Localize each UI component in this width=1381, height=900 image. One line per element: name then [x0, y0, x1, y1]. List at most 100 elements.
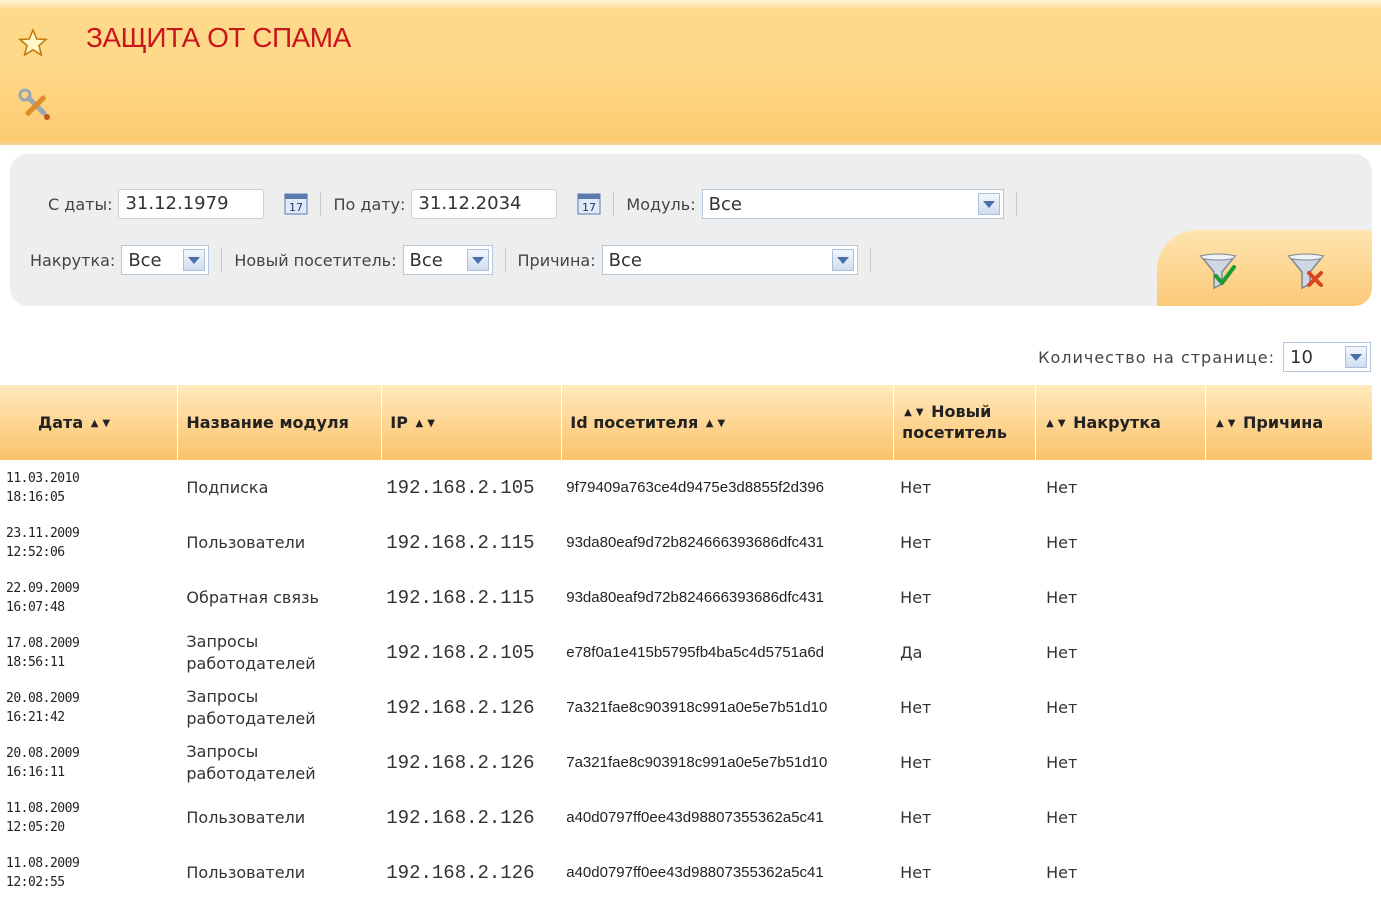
new-visitor-label: Новый посетитель:	[234, 250, 397, 270]
sort-asc-icon[interactable]: ▲	[904, 403, 912, 423]
cell-date-day: 17.08.2009	[6, 635, 80, 651]
reason-select-value: Все	[608, 249, 642, 271]
cell-module: Пользователи	[177, 845, 383, 900]
cell-date: 20.08.2009 16:16:11	[0, 735, 179, 790]
per-page-select[interactable]: 10	[1283, 342, 1371, 372]
cell-date-time: 12:02:55	[6, 874, 65, 890]
tools-icon[interactable]	[18, 88, 54, 124]
cell-ip: 192.168.2.115	[381, 515, 563, 570]
cell-reason	[1205, 790, 1372, 845]
results-table: Дата ▲ ▼ Название модуля IP ▲ ▼ Id посетит…	[0, 385, 1372, 900]
table-row[interactable]: 11.08.2009 12:05:20 Пользователи 192.168.2.…	[0, 790, 1372, 845]
sort-asc-icon[interactable]: ▲	[1046, 418, 1054, 429]
chevron-down-icon[interactable]	[183, 249, 206, 271]
chevron-down-icon[interactable]	[977, 193, 1000, 215]
cell-ip: 192.168.2.126	[381, 845, 563, 900]
cell-date-day: 20.08.2009	[6, 745, 80, 761]
sort-desc-icon[interactable]: ▼	[916, 403, 924, 423]
cell-ip: 192.168.2.126	[381, 790, 563, 845]
cheat-label: Накрутка:	[30, 250, 116, 270]
cell-new-visitor: Да	[893, 625, 1037, 680]
cell-reason	[1205, 515, 1372, 570]
col-new-visitor[interactable]: ▲ ▼ Новый посетитель	[893, 385, 1037, 460]
sort-desc-icon[interactable]: ▼	[1228, 418, 1236, 429]
table-row[interactable]: 23.11.2009 12:52:06 Пользователи 192.168.2.…	[0, 515, 1372, 570]
cell-reason	[1205, 735, 1372, 790]
cell-visitor-id: a40d0797ff0ee43d98807355362a5c41	[561, 790, 895, 845]
col-label: IP	[390, 413, 408, 432]
table-row[interactable]: 17.08.2009 18:56:11 Запросы работодателей 1…	[0, 625, 1372, 680]
filter-row-2: Накрутка: Все Новый посетитель: Все Прич…	[30, 243, 883, 277]
cell-module: Пользователи	[177, 515, 383, 570]
cell-cheat: Нет	[1035, 845, 1207, 900]
cell-visitor-id: 7a321fae8c903918c991a0e5e7b51d10	[561, 680, 895, 735]
cell-new-visitor: Нет	[893, 570, 1037, 625]
cell-date: 11.08.2009 12:05:20	[0, 790, 179, 845]
table-row[interactable]: 20.08.2009 16:16:11 Запросы работодателей 1…	[0, 735, 1372, 790]
col-ip[interactable]: IP ▲ ▼	[381, 385, 563, 460]
sort-desc-icon[interactable]: ▼	[1058, 418, 1066, 429]
chevron-down-icon[interactable]	[831, 249, 854, 271]
col-module[interactable]: Название модуля	[177, 385, 383, 460]
star-icon[interactable]	[18, 28, 48, 58]
cell-visitor-id: 93da80eaf9d72b824666393686dfc431	[561, 515, 895, 570]
col-date[interactable]: Дата ▲ ▼	[0, 385, 179, 460]
separator	[221, 248, 223, 272]
col-cheat[interactable]: ▲ ▼ Накрутка	[1035, 385, 1207, 460]
cell-date-day: 23.11.2009	[6, 525, 80, 541]
separator	[320, 192, 322, 216]
sort-asc-icon[interactable]: ▲	[91, 418, 99, 429]
sort-desc-icon[interactable]: ▼	[102, 418, 110, 429]
cell-date-day: 20.08.2009	[6, 690, 80, 706]
cell-cheat: Нет	[1035, 515, 1207, 570]
chevron-down-icon[interactable]	[466, 249, 489, 271]
table-row[interactable]: 22.09.2009 16:07:48 Обратная связь 192.168.…	[0, 570, 1372, 625]
svg-text:17: 17	[289, 201, 303, 214]
cell-ip: 192.168.2.115	[381, 570, 563, 625]
cell-date: 17.08.2009 18:56:11	[0, 625, 179, 680]
cell-module: Обратная связь	[177, 570, 383, 625]
reason-label: Причина:	[517, 250, 596, 270]
table-row[interactable]: 11.08.2009 12:02:55 Пользователи 192.168.2.…	[0, 845, 1372, 900]
col-label: Дата	[38, 413, 84, 432]
cell-date: 23.11.2009 12:52:06	[0, 515, 179, 570]
new-visitor-select[interactable]: Все	[402, 245, 493, 275]
chevron-down-icon[interactable]	[1345, 346, 1367, 368]
sort-asc-icon[interactable]: ▲	[1216, 418, 1224, 429]
sort-asc-icon[interactable]: ▲	[416, 418, 424, 429]
cell-ip: 192.168.2.105	[381, 460, 563, 515]
reset-filter-icon[interactable]	[1286, 250, 1326, 290]
apply-filter-icon[interactable]	[1198, 250, 1238, 290]
cell-visitor-id: e78f0a1e415b5795fb4ba5c4d5751a6d	[561, 625, 895, 680]
cell-new-visitor: Нет	[893, 845, 1037, 900]
cell-new-visitor: Нет	[893, 735, 1037, 790]
table-row[interactable]: 20.08.2009 16:21:42 Запросы работодателей 1…	[0, 680, 1372, 735]
sort-asc-icon[interactable]: ▲	[706, 418, 714, 429]
table-row[interactable]: 11.03.2010 18:16:05 Подписка 192.168.2.105 9…	[0, 460, 1372, 515]
cell-date: 20.08.2009 16:21:42	[0, 680, 179, 735]
calendar-icon[interactable]: 17	[577, 192, 601, 216]
sort-desc-icon[interactable]: ▼	[718, 418, 726, 429]
page-title: ЗАЩИТА ОТ СПАМА	[86, 22, 351, 53]
cell-date-time: 18:16:05	[6, 489, 65, 505]
reason-select[interactable]: Все	[601, 245, 858, 275]
sort-desc-icon[interactable]: ▼	[427, 418, 435, 429]
calendar-icon[interactable]: 17	[284, 192, 308, 216]
date-from-input[interactable]: 31.12.1979	[118, 189, 265, 219]
module-select[interactable]: Все	[701, 189, 1004, 219]
cell-ip: 192.168.2.105	[381, 625, 563, 680]
cheat-select[interactable]: Все	[121, 245, 210, 275]
cell-visitor-id: 9f79409a763ce4d9475e3d8855f2d396	[561, 460, 895, 515]
cell-date-time: 16:07:48	[6, 599, 65, 615]
new-visitor-select-value: Все	[409, 249, 443, 271]
cell-date-day: 11.03.2010	[6, 470, 80, 486]
cell-date-day: 22.09.2009	[6, 580, 80, 596]
col-label: Накрутка	[1073, 413, 1161, 432]
separator	[613, 192, 615, 216]
col-reason[interactable]: ▲ ▼ Причина	[1205, 385, 1372, 460]
date-to-input[interactable]: 31.12.2034	[411, 189, 558, 219]
table-header-row: Дата ▲ ▼ Название модуля IP ▲ ▼ Id посетит…	[0, 385, 1372, 460]
cell-date-time: 16:16:11	[6, 764, 65, 780]
cell-cheat: Нет	[1035, 460, 1207, 515]
col-visitor-id[interactable]: Id посетителя ▲ ▼	[561, 385, 895, 460]
